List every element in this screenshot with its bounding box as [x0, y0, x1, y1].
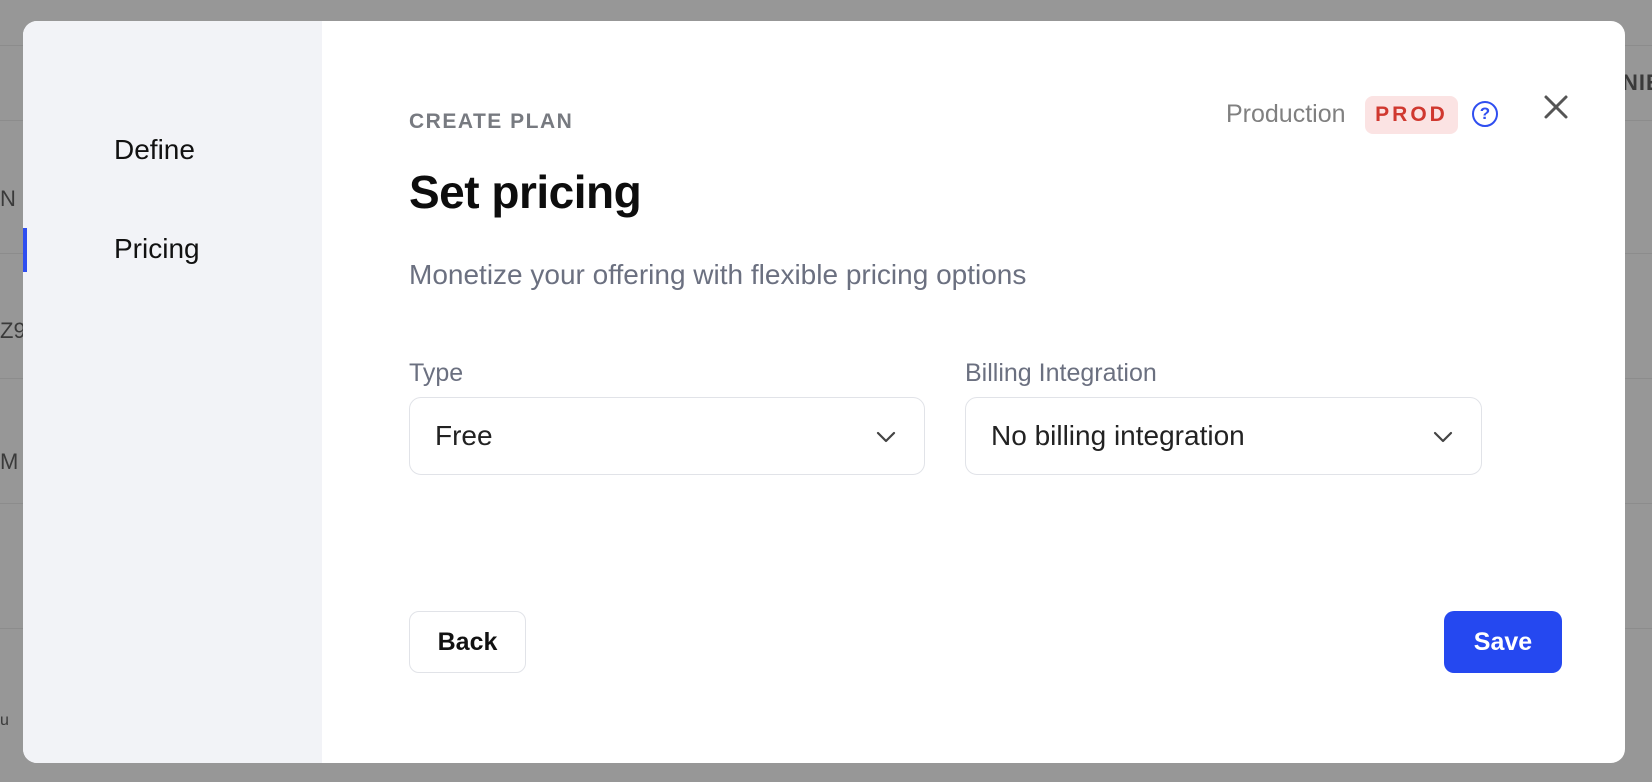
step-pricing[interactable]: Pricing: [23, 226, 322, 272]
save-button-label: Save: [1473, 627, 1533, 656]
background-text: Z9: [0, 318, 26, 343]
background-text: u: [0, 712, 9, 729]
back-button[interactable]: Back: [409, 611, 526, 673]
step-pricing-label: Pricing: [114, 233, 200, 264]
page-title: Set pricing: [409, 166, 642, 218]
save-button[interactable]: Save: [1444, 611, 1562, 673]
chevron-down-icon: [876, 431, 896, 443]
page-subtitle: Monetize your offering with flexible pri…: [409, 259, 1027, 290]
billing-integration-select[interactable]: No billing integration: [965, 397, 1482, 475]
type-field-label: Type: [409, 359, 464, 387]
environment-label: Production: [1226, 100, 1346, 128]
type-select[interactable]: Free: [409, 397, 925, 475]
type-select-value: Free: [435, 420, 493, 451]
step-define-label: Define: [114, 134, 195, 165]
step-define[interactable]: Define: [23, 127, 322, 173]
billing-select-value: No billing integration: [991, 420, 1245, 451]
environment-badge: PROD: [1365, 96, 1458, 134]
background-text: N: [0, 186, 16, 211]
close-icon[interactable]: [1538, 89, 1574, 125]
background-text: M: [0, 449, 19, 474]
modal-eyebrow: CREATE PLAN: [409, 110, 574, 133]
steps-sidebar: Define Pricing: [23, 21, 322, 763]
help-icon[interactable]: ?: [1472, 101, 1498, 127]
create-plan-modal: Define Pricing CREATE PLAN Set pricing M…: [23, 21, 1625, 763]
billing-field-label: Billing Integration: [965, 359, 1157, 387]
chevron-down-icon: [1433, 431, 1453, 443]
background-text: NIE: [1622, 70, 1652, 95]
modal-content: CREATE PLAN Set pricing Monetize your of…: [322, 21, 1625, 763]
back-button-label: Back: [437, 627, 498, 656]
